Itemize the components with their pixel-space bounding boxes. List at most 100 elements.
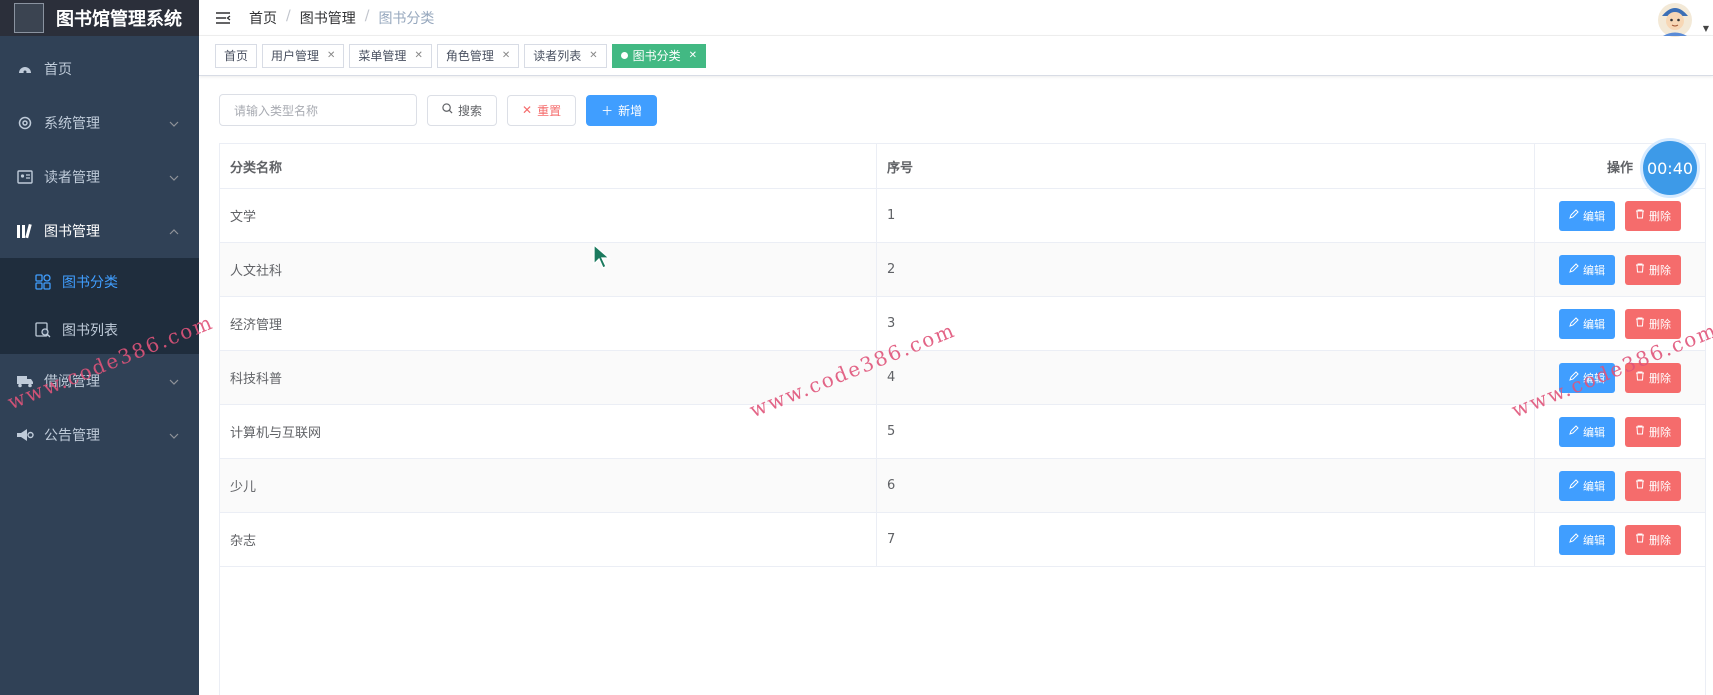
delete-button-label: 删除 xyxy=(1649,533,1671,547)
delete-button[interactable]: 删除 xyxy=(1625,416,1681,447)
delete-button-label: 删除 xyxy=(1649,209,1671,223)
edit-icon xyxy=(1569,263,1579,276)
close-icon[interactable]: ✕ xyxy=(327,50,335,61)
cell-actions: 编辑 删除 xyxy=(1535,513,1705,566)
tag-reader-list[interactable]: 读者列表 ✕ xyxy=(524,43,607,68)
breadcrumb: 首页 / 图书管理 / 图书分类 xyxy=(249,8,434,28)
sidebar-item-readers[interactable]: 读者管理 xyxy=(0,150,199,204)
delete-button[interactable]: 删除 xyxy=(1625,200,1681,231)
navbar: 首页 / 图书管理 / 图书分类 ▼ xyxy=(199,0,1713,37)
tag-label: 角色管理 xyxy=(445,49,494,63)
table-row: 文学 1 编辑 删除 xyxy=(220,189,1705,243)
tag-role-mgmt[interactable]: 角色管理 ✕ xyxy=(436,43,520,68)
delete-button[interactable]: 删除 xyxy=(1625,470,1681,501)
mouse-cursor-icon xyxy=(593,243,611,274)
column-header-name: 分类名称 xyxy=(220,144,877,188)
edit-button[interactable]: 编辑 xyxy=(1559,308,1615,339)
tag-home[interactable]: 首页 xyxy=(215,43,258,68)
tag-label: 菜单管理 xyxy=(358,49,407,63)
search-button-label: 搜索 xyxy=(458,103,483,118)
sidebar-item-home[interactable]: 首页 xyxy=(0,42,199,96)
breadcrumb-separator: / xyxy=(364,7,370,24)
edit-button-label: 编辑 xyxy=(1583,533,1605,547)
edit-icon xyxy=(1569,209,1579,222)
reset-button[interactable]: ✕ 重置 xyxy=(507,94,577,126)
sidebar-item-label: 系统管理 xyxy=(44,116,100,132)
delete-button-label: 删除 xyxy=(1649,317,1671,331)
cell-order: 7 xyxy=(877,513,1535,566)
close-icon[interactable]: ✕ xyxy=(502,50,510,61)
cell-order: 4 xyxy=(877,351,1535,404)
table-row: 经济管理 3 编辑 删除 xyxy=(220,297,1705,351)
sidebar-item-books[interactable]: 图书管理 xyxy=(0,204,199,258)
edit-button[interactable]: 编辑 xyxy=(1559,470,1615,501)
close-icon[interactable]: ✕ xyxy=(689,50,697,61)
trash-icon xyxy=(1635,479,1645,492)
delete-button-label: 删除 xyxy=(1649,479,1671,493)
sidebar-item-notice[interactable]: 公告管理 xyxy=(0,408,199,462)
breadcrumb-item[interactable]: 图书管理 xyxy=(300,8,356,28)
active-dot-icon xyxy=(620,52,628,59)
trash-icon xyxy=(1635,209,1645,222)
table-row: 计算机与互联网 5 编辑 删除 xyxy=(220,405,1705,459)
plus-icon: ＋ xyxy=(601,103,614,118)
table-header: 分类名称 序号 操作 xyxy=(220,144,1705,189)
avatar[interactable] xyxy=(1657,0,1697,40)
hamburger-icon[interactable] xyxy=(215,10,231,26)
delete-button-label: 删除 xyxy=(1649,425,1671,439)
edit-icon xyxy=(1569,317,1579,330)
id-card-icon xyxy=(16,168,34,186)
close-icon[interactable]: ✕ xyxy=(414,50,422,61)
breadcrumb-current: 图书分类 xyxy=(378,10,435,27)
cell-order: 3 xyxy=(877,297,1535,350)
tag-book-category[interactable]: 图书分类 ✕ xyxy=(611,43,707,68)
column-header-order: 序号 xyxy=(877,144,1535,188)
reset-button-label: 重置 xyxy=(537,103,562,118)
megaphone-icon xyxy=(16,426,34,444)
tag-label: 首页 xyxy=(224,49,249,63)
search-button[interactable]: 搜索 xyxy=(427,94,498,126)
search-input[interactable]: 请输入类型名称 xyxy=(219,94,417,126)
sidebar-subitem-category[interactable]: 图书分类 xyxy=(0,258,199,306)
edit-button-label: 编辑 xyxy=(1583,263,1605,277)
chevron-down-icon xyxy=(169,427,179,443)
edit-button[interactable]: 编辑 xyxy=(1559,416,1615,447)
category-icon xyxy=(34,273,52,291)
search-icon xyxy=(442,103,453,117)
cell-category-name: 少儿 xyxy=(220,459,877,512)
cell-actions: 编辑 删除 xyxy=(1535,459,1705,512)
edit-button[interactable]: 编辑 xyxy=(1559,254,1615,285)
add-button-label: 新增 xyxy=(618,103,643,118)
breadcrumb-separator: / xyxy=(286,7,291,24)
books-icon xyxy=(16,222,34,240)
sidebar-item-label: 图书管理 xyxy=(44,224,100,240)
delete-button[interactable]: 删除 xyxy=(1625,524,1681,555)
sidebar-item-label: 首页 xyxy=(44,62,72,78)
tag-menu-mgmt[interactable]: 菜单管理 ✕ xyxy=(349,43,432,68)
caret-down-icon[interactable]: ▼ xyxy=(1703,24,1709,33)
main-area: 首页 / 图书管理 / 图书分类 ▼ 首页 用户管理 ✕ 菜单管理 ✕ 角色管理… xyxy=(199,0,1713,695)
cell-order: 1 xyxy=(877,189,1535,242)
edit-icon xyxy=(1569,533,1579,546)
cell-actions: 编辑 删除 xyxy=(1535,243,1705,296)
cell-order: 6 xyxy=(877,459,1535,512)
table-row: 科技科普 4 编辑 删除 xyxy=(220,351,1705,405)
sidebar-item-label: 读者管理 xyxy=(44,170,100,186)
category-table: 分类名称 序号 操作 文学 1 编辑 删除 人文社科 2 编辑 删除 经济管理 3 编辑 删除 科技科普… xyxy=(219,143,1706,695)
edit-button-label: 编辑 xyxy=(1583,479,1605,493)
table-row: 人文社科 2 编辑 删除 xyxy=(220,243,1705,297)
edit-button[interactable]: 编辑 xyxy=(1559,200,1615,231)
sidebar-item-system[interactable]: 系统管理 xyxy=(0,96,199,150)
logo-image xyxy=(14,3,44,33)
tag-label: 用户管理 xyxy=(271,49,320,63)
breadcrumb-item[interactable]: 首页 xyxy=(249,8,277,28)
table-row: 杂志 7 编辑 删除 xyxy=(220,513,1705,567)
delete-button[interactable]: 删除 xyxy=(1625,254,1681,285)
cell-category-name: 文学 xyxy=(220,189,877,242)
add-button[interactable]: ＋ 新增 xyxy=(586,94,658,126)
edit-button[interactable]: 编辑 xyxy=(1559,524,1615,555)
close-icon[interactable]: ✕ xyxy=(589,50,597,61)
delete-button-label: 删除 xyxy=(1649,263,1671,277)
trash-icon xyxy=(1635,263,1645,276)
tag-user-mgmt[interactable]: 用户管理 ✕ xyxy=(262,43,345,68)
